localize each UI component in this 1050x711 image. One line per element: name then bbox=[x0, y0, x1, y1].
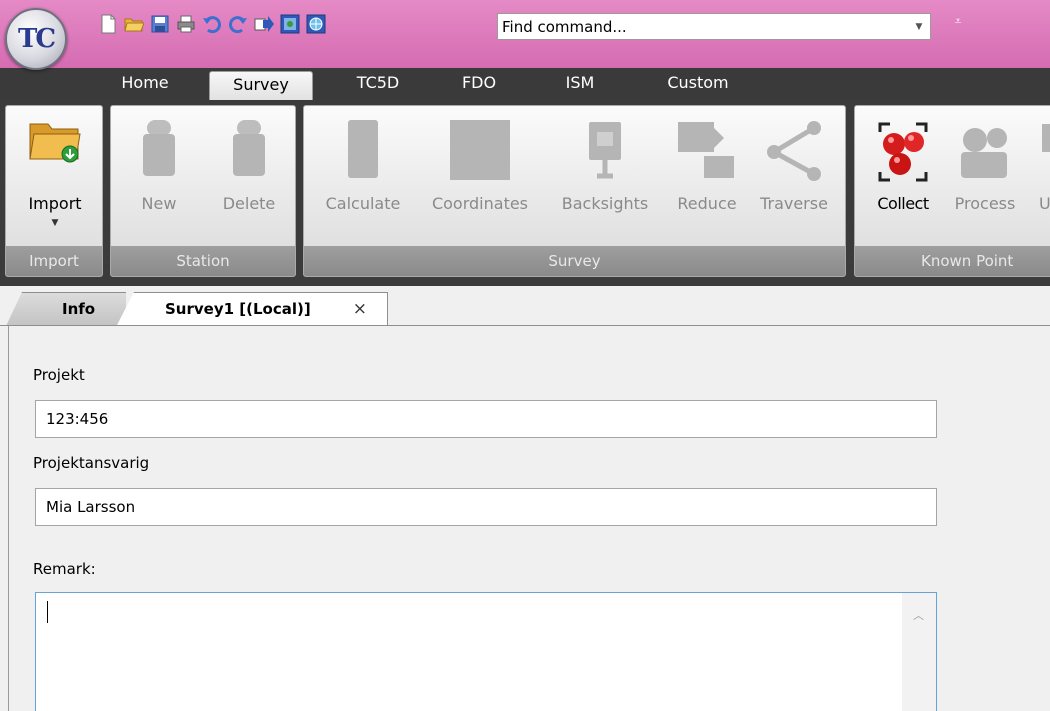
ribbon: Import ▼ Import New Delete Station Calcu… bbox=[0, 100, 1050, 280]
print-icon[interactable] bbox=[176, 14, 196, 34]
remark-label: Remark: bbox=[33, 560, 96, 578]
import-dropdown-icon[interactable]: ▼ bbox=[6, 218, 102, 228]
find-command-combobox[interactable]: ▼ bbox=[497, 13, 931, 40]
traverse-button[interactable]: Traverse bbox=[748, 114, 840, 234]
new-station-button[interactable]: New bbox=[119, 114, 199, 234]
station-delete-icon bbox=[227, 118, 271, 182]
tab-fdo[interactable]: FDO bbox=[444, 68, 514, 100]
ribbon-tab-strip: Home Survey TC5D FDO ISM Custom bbox=[0, 68, 1050, 100]
ribbon-group-survey: Calculate Coordinates Backsights Reduce … bbox=[303, 105, 846, 277]
group-title-import: Import bbox=[6, 246, 102, 276]
tab-custom[interactable]: Custom bbox=[650, 68, 746, 100]
text-caret bbox=[47, 601, 48, 623]
reduce-icon bbox=[676, 118, 738, 186]
collect-button[interactable]: Collect bbox=[861, 114, 945, 234]
group-title-station: Station bbox=[111, 246, 295, 276]
customize-qat-icon[interactable]: ⩡ bbox=[950, 14, 966, 34]
survey-info-form: Projekt Projektansvarig Remark: ︿ bbox=[8, 326, 1050, 711]
ribbon-group-known-points: Collect Process U Known Point bbox=[854, 105, 1050, 277]
doc-tab-info[interactable]: Info bbox=[6, 292, 126, 326]
remark-field[interactable]: ︿ bbox=[35, 592, 937, 711]
app-menu-button[interactable]: TC bbox=[5, 8, 67, 70]
reduce-label: Reduce bbox=[677, 194, 737, 213]
export-icon[interactable] bbox=[254, 14, 274, 34]
collect-icon bbox=[868, 118, 938, 190]
delete-station-label: Delete bbox=[222, 194, 276, 213]
coordinates-button[interactable]: Coordinates bbox=[418, 114, 542, 234]
projekt-label: Projekt bbox=[33, 366, 85, 384]
tab-survey[interactable]: Survey bbox=[209, 71, 313, 100]
import-button-label: Import bbox=[28, 194, 82, 213]
coordinates-icon bbox=[448, 118, 512, 186]
redo-icon[interactable] bbox=[228, 14, 248, 34]
process-label: Process bbox=[954, 194, 1016, 213]
map-icon[interactable] bbox=[280, 14, 300, 34]
station-new-icon bbox=[137, 118, 181, 182]
backsights-label: Backsights bbox=[561, 194, 649, 213]
process-icon bbox=[955, 118, 1015, 186]
process-button[interactable]: Process bbox=[947, 114, 1023, 234]
projektansvarig-input[interactable] bbox=[35, 488, 937, 526]
globe-icon[interactable] bbox=[306, 14, 326, 34]
projekt-input[interactable] bbox=[35, 400, 937, 438]
u-label: U bbox=[1039, 194, 1050, 213]
collect-label: Collect bbox=[877, 194, 929, 213]
undo-icon[interactable] bbox=[202, 14, 222, 34]
app-logo: TC bbox=[17, 24, 56, 54]
document-tab-bar: Info Survey1 [(Local)] × bbox=[0, 280, 1050, 327]
group-title-survey: Survey bbox=[304, 246, 845, 276]
traverse-icon bbox=[762, 118, 826, 186]
close-icon[interactable]: × bbox=[353, 293, 367, 325]
chevron-down-icon[interactable]: ▼ bbox=[908, 14, 930, 39]
backsights-icon bbox=[585, 118, 625, 186]
backsights-button[interactable]: Backsights bbox=[544, 114, 666, 234]
delete-station-button[interactable]: Delete bbox=[207, 114, 291, 234]
group-title-known-points: Known Point bbox=[855, 246, 1050, 276]
new-station-label: New bbox=[141, 194, 177, 213]
ribbon-group-import: Import ▼ Import bbox=[5, 105, 103, 277]
ribbon-group-station: New Delete Station bbox=[110, 105, 296, 277]
doc-tab-survey1[interactable]: Survey1 [(Local)] × bbox=[116, 292, 388, 327]
open-folder-icon[interactable] bbox=[124, 14, 144, 34]
coordinates-label: Coordinates bbox=[431, 194, 529, 213]
calculate-label: Calculate bbox=[325, 194, 401, 213]
save-icon[interactable] bbox=[150, 14, 170, 34]
new-file-icon[interactable] bbox=[98, 14, 118, 34]
chevron-up-icon[interactable]: ︿ bbox=[913, 607, 924, 623]
tab-home[interactable]: Home bbox=[105, 68, 185, 100]
remark-textarea[interactable] bbox=[36, 593, 902, 711]
remark-scrollbar[interactable]: ︿ bbox=[902, 593, 936, 711]
u-button[interactable]: U bbox=[1025, 114, 1050, 234]
tab-ism[interactable]: ISM bbox=[545, 68, 615, 100]
find-command-input[interactable] bbox=[498, 14, 908, 39]
projektansvarig-label: Projektansvarig bbox=[33, 454, 150, 472]
tab-tc5d[interactable]: TC5D bbox=[338, 68, 418, 100]
reduce-button[interactable]: Reduce bbox=[668, 114, 746, 234]
import-folder-icon bbox=[26, 118, 84, 168]
doc-tab-survey1-label: Survey1 [(Local)] bbox=[165, 300, 311, 318]
u-icon bbox=[1030, 118, 1050, 162]
calculate-icon bbox=[346, 118, 380, 184]
title-bar: ▼ ⩡ bbox=[0, 0, 1050, 68]
traverse-label: Traverse bbox=[760, 194, 828, 213]
calculate-button[interactable]: Calculate bbox=[310, 114, 416, 234]
doc-tab-info-label: Info bbox=[62, 300, 96, 318]
import-button[interactable]: Import ▼ bbox=[6, 114, 102, 234]
